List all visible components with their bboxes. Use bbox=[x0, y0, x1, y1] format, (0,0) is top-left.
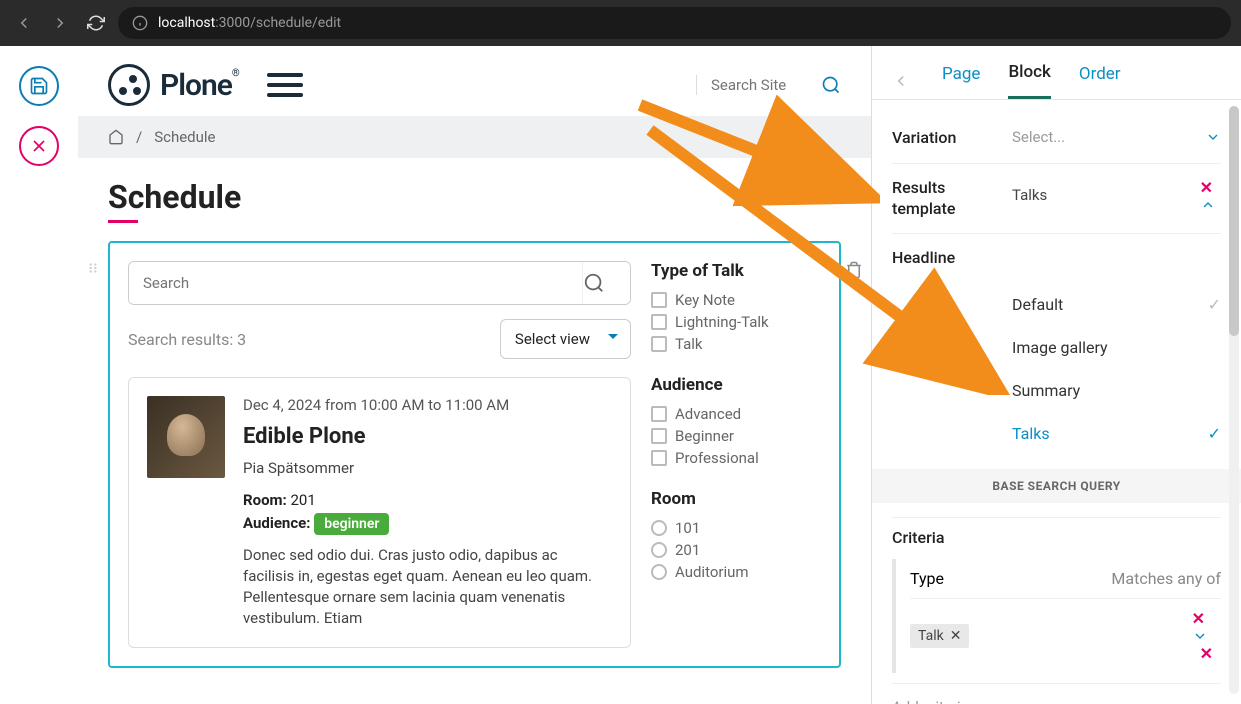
facet-checkbox[interactable]: Beginner bbox=[651, 427, 821, 445]
criteria-label: Criteria bbox=[892, 528, 1012, 549]
facet-audience-title: Audience bbox=[651, 375, 821, 395]
facet-checkbox[interactable]: Lightning-Talk bbox=[651, 313, 821, 331]
logo-text: Plone® bbox=[160, 68, 239, 103]
add-criteria[interactable]: Add criteria bbox=[892, 698, 969, 704]
facet-checkbox[interactable]: Advanced bbox=[651, 405, 821, 423]
site-search-input[interactable] bbox=[711, 76, 811, 94]
sidebar: Page Block Order Variation Select... Res… bbox=[871, 46, 1241, 704]
logo-icon bbox=[108, 64, 150, 106]
result-card[interactable]: Dec 4, 2024 from 10:00 AM to 11:00 AM Ed… bbox=[128, 377, 631, 648]
template-option-default[interactable]: Default✓ bbox=[1012, 283, 1221, 326]
left-toolbar bbox=[0, 46, 78, 704]
breadcrumb-current: Schedule bbox=[154, 128, 215, 146]
variation-label: Variation bbox=[892, 128, 1012, 149]
facet-checkbox[interactable]: Professional bbox=[651, 449, 821, 467]
reload-button[interactable] bbox=[82, 9, 110, 37]
back-button[interactable] bbox=[10, 9, 38, 37]
save-button[interactable] bbox=[19, 66, 59, 106]
results-count: Search results: 3 bbox=[128, 330, 246, 349]
info-icon bbox=[132, 15, 148, 31]
block-search-button[interactable] bbox=[582, 262, 630, 304]
criteria-tag[interactable]: Talk✕ bbox=[910, 624, 969, 648]
facet-type-title: Type of Talk bbox=[651, 261, 821, 281]
check-icon: ✓ bbox=[1208, 295, 1221, 314]
facet-checkbox[interactable]: Key Note bbox=[651, 291, 821, 309]
result-date: Dec 4, 2024 from 10:00 AM to 11:00 AM bbox=[243, 396, 612, 414]
trash-icon bbox=[845, 261, 863, 279]
query-section-header: BASE SEARCH QUERY bbox=[872, 469, 1241, 503]
criteria-type-label: Type bbox=[910, 569, 944, 588]
block-search-input[interactable] bbox=[129, 262, 582, 304]
template-option-talks[interactable]: Talks✓ bbox=[1012, 412, 1221, 455]
page-title: Schedule bbox=[108, 178, 841, 216]
check-icon: ✓ bbox=[1208, 424, 1221, 443]
forward-button[interactable] bbox=[46, 9, 74, 37]
facet-radio[interactable]: 201 bbox=[651, 541, 821, 559]
chevron-up-icon[interactable] bbox=[1200, 197, 1221, 213]
result-thumbnail bbox=[147, 396, 225, 478]
chevron-left-icon bbox=[892, 72, 910, 90]
facet-radio[interactable]: 101 bbox=[651, 519, 821, 537]
url-text: localhost:3000/schedule/edit bbox=[158, 15, 341, 31]
result-author: Pia Spätsommer bbox=[243, 459, 612, 477]
menu-button[interactable] bbox=[267, 73, 303, 97]
breadcrumb-separator: / bbox=[136, 128, 142, 146]
home-icon bbox=[108, 129, 124, 145]
close-icon bbox=[29, 136, 49, 156]
headline-label: Headline bbox=[892, 248, 1012, 269]
template-option-summary[interactable]: Summary bbox=[1012, 369, 1221, 412]
logo[interactable]: Plone® bbox=[108, 64, 239, 106]
breadcrumb: / Schedule bbox=[78, 116, 871, 158]
scrollbar[interactable] bbox=[1229, 106, 1239, 694]
variation-value[interactable]: Select... bbox=[1012, 128, 1065, 146]
template-option-image-gallery[interactable]: Image gallery bbox=[1012, 326, 1221, 369]
criteria-match: Matches any of bbox=[1111, 569, 1221, 588]
results-template-value[interactable]: Talks bbox=[1012, 186, 1047, 204]
main-content: Plone® / Schedule Schedule bbox=[78, 46, 871, 704]
search-button[interactable] bbox=[821, 75, 841, 95]
breadcrumb-home[interactable] bbox=[108, 129, 124, 145]
remove-criteria-icon[interactable]: ✕ bbox=[1200, 644, 1213, 663]
delete-block-button[interactable] bbox=[845, 261, 863, 279]
facet-room-title: Room bbox=[651, 489, 821, 509]
facet-radio[interactable]: Auditorium bbox=[651, 563, 821, 581]
search-icon bbox=[821, 75, 841, 95]
chevron-down-icon[interactable] bbox=[1192, 628, 1221, 644]
results-template-label: Results template bbox=[892, 178, 1012, 220]
url-bar[interactable]: localhost:3000/schedule/edit bbox=[118, 7, 1231, 39]
tag-remove-icon[interactable]: ✕ bbox=[950, 628, 962, 644]
drag-handle[interactable] bbox=[86, 261, 100, 275]
tab-order[interactable]: Order bbox=[1079, 64, 1121, 98]
chevron-down-icon[interactable] bbox=[1205, 129, 1221, 145]
result-description: Donec sed odio dui. Cras justo odio, dap… bbox=[243, 545, 612, 629]
audience-badge: beginner bbox=[314, 513, 389, 535]
sidebar-back-button[interactable] bbox=[892, 72, 910, 90]
save-icon bbox=[29, 76, 49, 96]
template-dropdown: Default✓ Image gallery Summary Talks✓ bbox=[1012, 283, 1221, 455]
tab-page[interactable]: Page bbox=[942, 64, 980, 98]
cancel-button[interactable] bbox=[19, 126, 59, 166]
select-view-dropdown[interactable]: Select view bbox=[500, 319, 631, 359]
chevron-down-icon[interactable] bbox=[1205, 699, 1221, 704]
clear-icon[interactable]: ✕ bbox=[1200, 178, 1213, 197]
result-title: Edible Plone bbox=[243, 424, 612, 449]
browser-bar: localhost:3000/schedule/edit bbox=[0, 0, 1241, 46]
clear-icon[interactable]: ✕ bbox=[1192, 609, 1205, 628]
search-icon bbox=[583, 272, 605, 294]
facet-checkbox[interactable]: Talk bbox=[651, 335, 821, 353]
search-block: Search results: 3 Select view Dec 4, 202… bbox=[108, 241, 841, 668]
tab-block[interactable]: Block bbox=[1008, 62, 1050, 99]
header: Plone® bbox=[78, 46, 871, 116]
